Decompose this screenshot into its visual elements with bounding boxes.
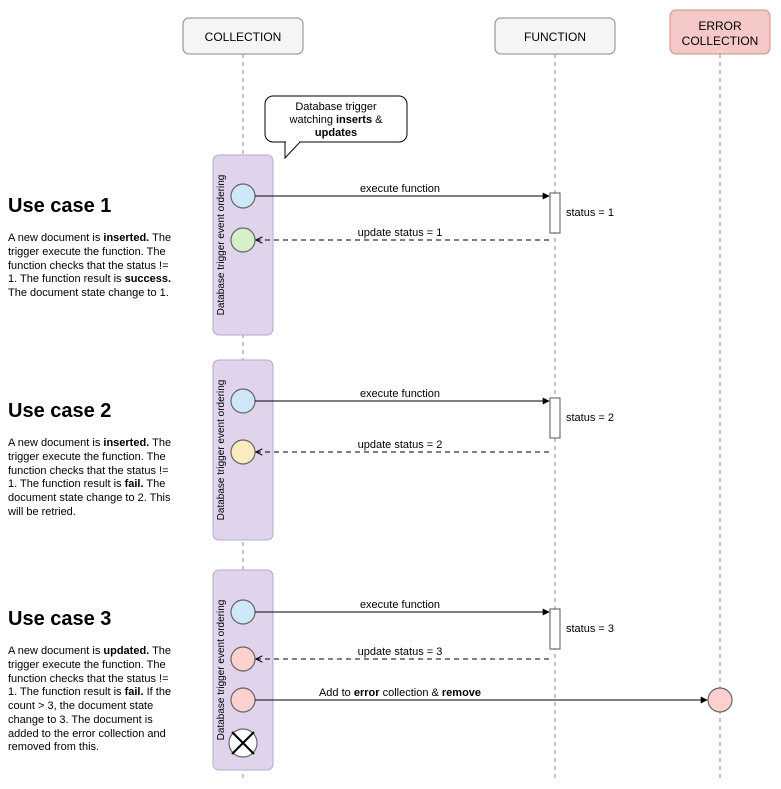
svg-text:execute function: execute function [360,599,440,611]
uc3-title: Use case 3 [8,608,178,631]
svg-text:Database trigger event orderin: Database trigger event ordering [216,175,227,316]
svg-text:Database trigger: Database trigger [295,101,377,113]
svg-text:Database trigger event orderin: Database trigger event ordering [216,600,227,741]
lane-function-label: FUNCTION [524,30,586,44]
use-case-3: Use case 3 A new document is updated. Th… [8,608,178,755]
svg-text:watching inserts &: watching inserts & [289,114,384,126]
uc2-activation: Database trigger event ordering [213,360,273,540]
svg-text:status = 3: status = 3 [566,623,614,635]
svg-text:execute function: execute function [360,183,440,195]
uc2-dot-fail [231,440,255,464]
uc3-activation: Database trigger event ordering [213,570,273,770]
svg-text:Database trigger event orderin: Database trigger event ordering [216,380,227,521]
svg-text:updates: updates [315,127,357,139]
lane-error-label-l2: COLLECTION [682,34,759,48]
uc1-dot-insert [231,184,255,208]
use-case-1: Use case 1 A new document is inserted. T… [8,195,178,301]
uc3-dot-update [231,600,255,624]
uc2-dot-insert [231,389,255,413]
uc1-dot-success [231,228,255,252]
lane-error-label-l1: ERROR [698,19,742,33]
svg-text:status = 2: status = 2 [566,412,614,424]
svg-text:update status = 3: update status = 3 [358,646,443,658]
uc2-function-activation: status = 2 [550,398,614,438]
lane-collection-label: COLLECTION [205,30,282,44]
uc1-activation: Database trigger event ordering [213,155,273,335]
svg-text:execute function: execute function [360,388,440,400]
uc2-title: Use case 2 [8,400,178,423]
uc3-removed-icon [229,729,257,757]
svg-text:update status = 2: update status = 2 [358,439,443,451]
uc3-function-activation: status = 3 [550,609,614,649]
uc3-dot-fail [231,647,255,671]
uc1-function-activation: status = 1 [550,193,614,233]
use-case-2: Use case 2 A new document is inserted. T… [8,400,178,520]
uc1-body: A new document is inserted. The trigger … [8,232,178,301]
uc1-title: Use case 1 [8,195,178,218]
uc3-error-collection-dot [708,688,732,712]
lane-error-collection: ERROR COLLECTION [670,10,770,780]
uc3-body: A new document is updated. The trigger e… [8,645,178,755]
uc2-body: A new document is inserted. The trigger … [8,437,178,520]
uc3-dot-remove-src [231,688,255,712]
trigger-callout: Database trigger watching inserts & upda… [265,96,407,158]
svg-text:update status = 1: update status = 1 [358,227,443,239]
svg-text:Add to error collection & remo: Add to error collection & remove [319,687,481,699]
svg-text:status = 1: status = 1 [566,207,614,219]
